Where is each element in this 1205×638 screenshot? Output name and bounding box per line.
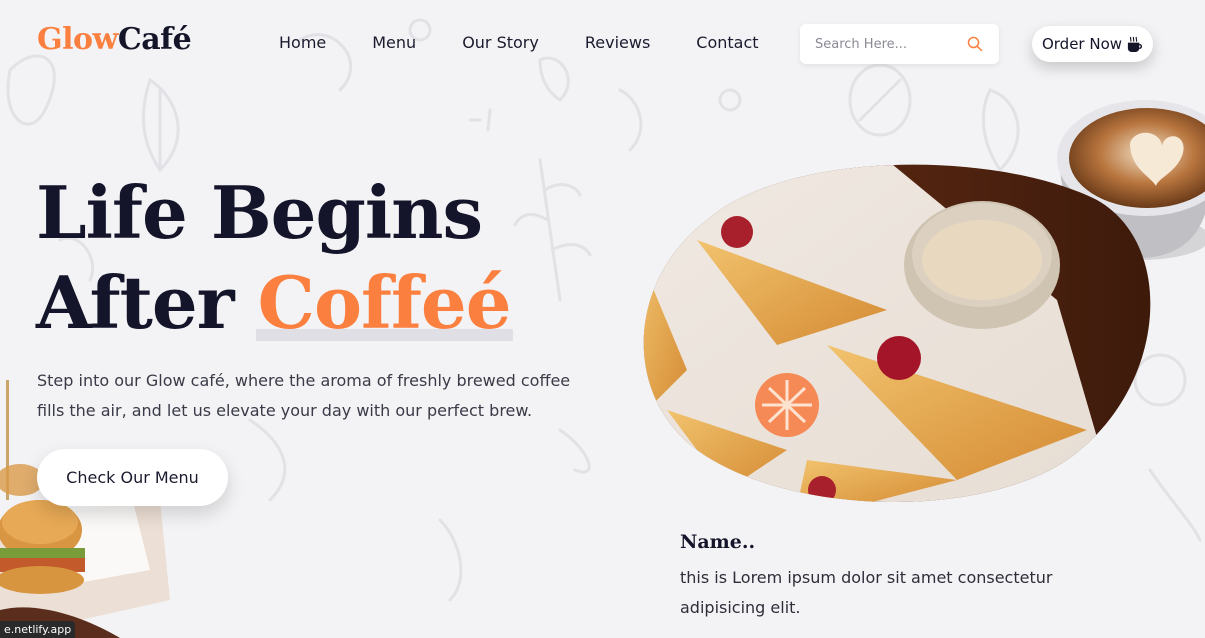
nav-item-menu[interactable]: Menu	[372, 33, 416, 52]
brand-logo[interactable]: GlowCafé	[37, 22, 192, 57]
search-icon[interactable]	[967, 36, 983, 52]
nav-item-home[interactable]: Home	[279, 33, 326, 52]
order-now-button[interactable]: Order Now	[1032, 26, 1153, 62]
main-nav: Home Menu Our Story Reviews Contact	[279, 33, 805, 52]
featured-name: Name..	[680, 531, 756, 553]
hero-title-accent: Coffeé	[257, 260, 512, 345]
nav-item-reviews[interactable]: Reviews	[585, 33, 650, 52]
hero-title-line1: Life Begins	[36, 170, 483, 255]
check-menu-button[interactable]: Check Our Menu	[37, 449, 228, 506]
hero-description: Step into our Glow café, where the aroma…	[37, 371, 571, 420]
featured-description: this is Lorem ipsum dolor sit amet conse…	[680, 568, 1053, 617]
status-bar-url: e.netlify.app	[0, 621, 76, 638]
hero-title: Life Begins After Coffeé	[36, 168, 512, 348]
pastry-food-image	[643, 164, 1151, 503]
search-input[interactable]	[815, 36, 965, 52]
order-now-label: Order Now	[1041, 35, 1123, 53]
nav-item-contact[interactable]: Contact	[696, 33, 758, 52]
brand-logo-part2: Café	[117, 22, 192, 57]
coffee-cup-icon	[1127, 36, 1143, 52]
brand-logo-part1: Glow	[37, 22, 118, 57]
hero-title-prefix: After	[36, 260, 235, 345]
search-box	[800, 24, 999, 64]
nav-item-our-story[interactable]: Our Story	[462, 33, 539, 52]
hero-title-line2: After Coffeé	[36, 258, 512, 348]
